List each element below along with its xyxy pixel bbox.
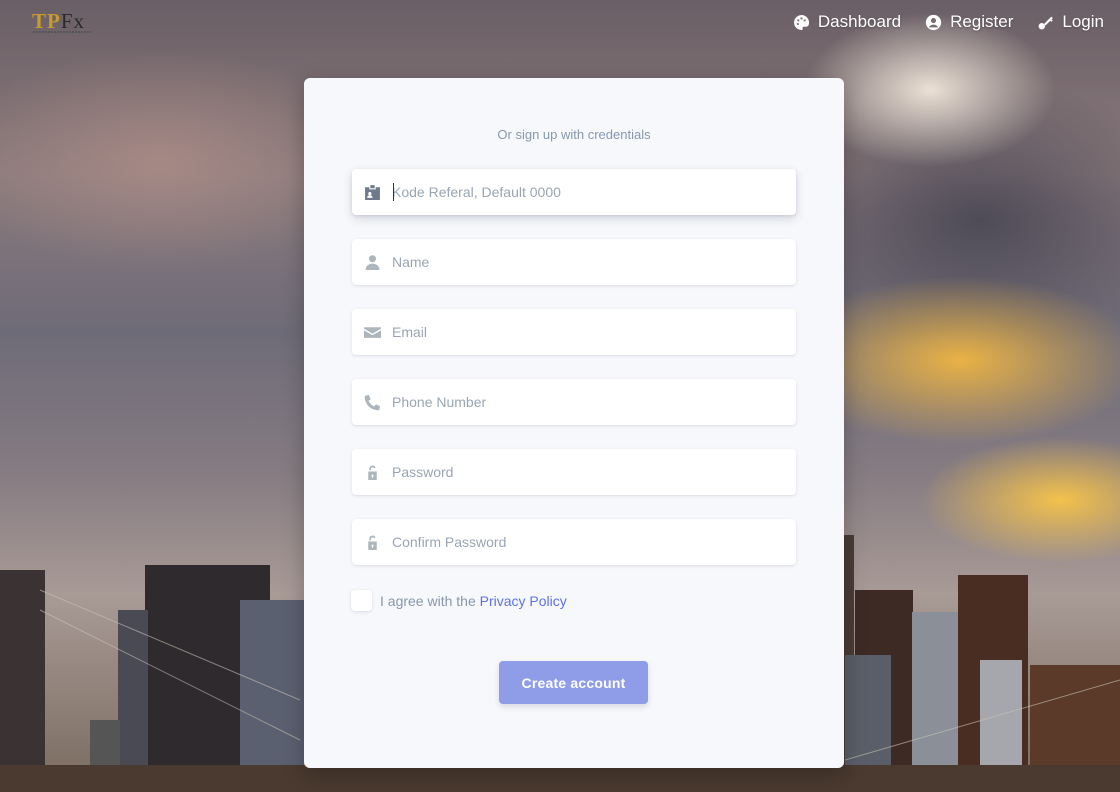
brand-mark-suffix: Fx: [60, 9, 86, 33]
password-input[interactable]: [392, 449, 796, 495]
phone-input[interactable]: [392, 379, 796, 425]
phone-icon: [352, 394, 392, 411]
create-account-button[interactable]: Create account: [499, 661, 648, 704]
email-field[interactable]: [352, 309, 796, 355]
user-circle-icon: [925, 14, 942, 30]
nav-dashboard-label: Dashboard: [817, 12, 902, 31]
lock-open-icon: [352, 534, 392, 551]
privacy-agreement: I agree with the Privacy Policy: [351, 590, 567, 611]
password-field[interactable]: [352, 449, 796, 495]
nav-dashboard[interactable]: Dashboard: [793, 12, 901, 32]
privacy-policy-link[interactable]: Privacy Policy: [480, 593, 567, 609]
form-subtitle: Or sign up with credentials: [497, 127, 651, 142]
name-field[interactable]: [352, 239, 796, 285]
text-caret: [393, 183, 394, 201]
referral-code-input[interactable]: [392, 169, 796, 215]
phone-field[interactable]: [352, 379, 796, 425]
name-input[interactable]: [392, 239, 796, 285]
nav-links: Dashboard Register Login: [793, 12, 1104, 32]
badge-icon: [352, 184, 392, 201]
key-icon: [1038, 16, 1054, 29]
confirm-password-field[interactable]: [352, 519, 796, 565]
user-icon: [352, 254, 392, 271]
email-input[interactable]: [392, 309, 796, 355]
referral-code-field[interactable]: [352, 169, 796, 215]
brand-mark: TP: [32, 9, 61, 33]
brand-tagline-graphic: [33, 31, 91, 33]
lock-open-icon: [352, 464, 392, 481]
envelope-icon: [352, 324, 392, 341]
agree-checkbox[interactable]: [351, 590, 372, 611]
top-navbar: TPFx Dashboard Register Login: [0, 0, 1120, 44]
nav-register[interactable]: Register: [925, 12, 1013, 32]
register-card: Or sign up with credentials Kode Referal…: [304, 78, 844, 768]
nav-login-label: Login: [1062, 12, 1104, 31]
nav-login[interactable]: Login: [1037, 12, 1104, 32]
agree-text: I agree with the: [380, 592, 476, 609]
confirm-password-input[interactable]: [392, 519, 796, 565]
brand-logo[interactable]: TPFx: [32, 10, 85, 32]
nav-register-label: Register: [950, 12, 1014, 31]
palette-icon: [793, 14, 809, 30]
